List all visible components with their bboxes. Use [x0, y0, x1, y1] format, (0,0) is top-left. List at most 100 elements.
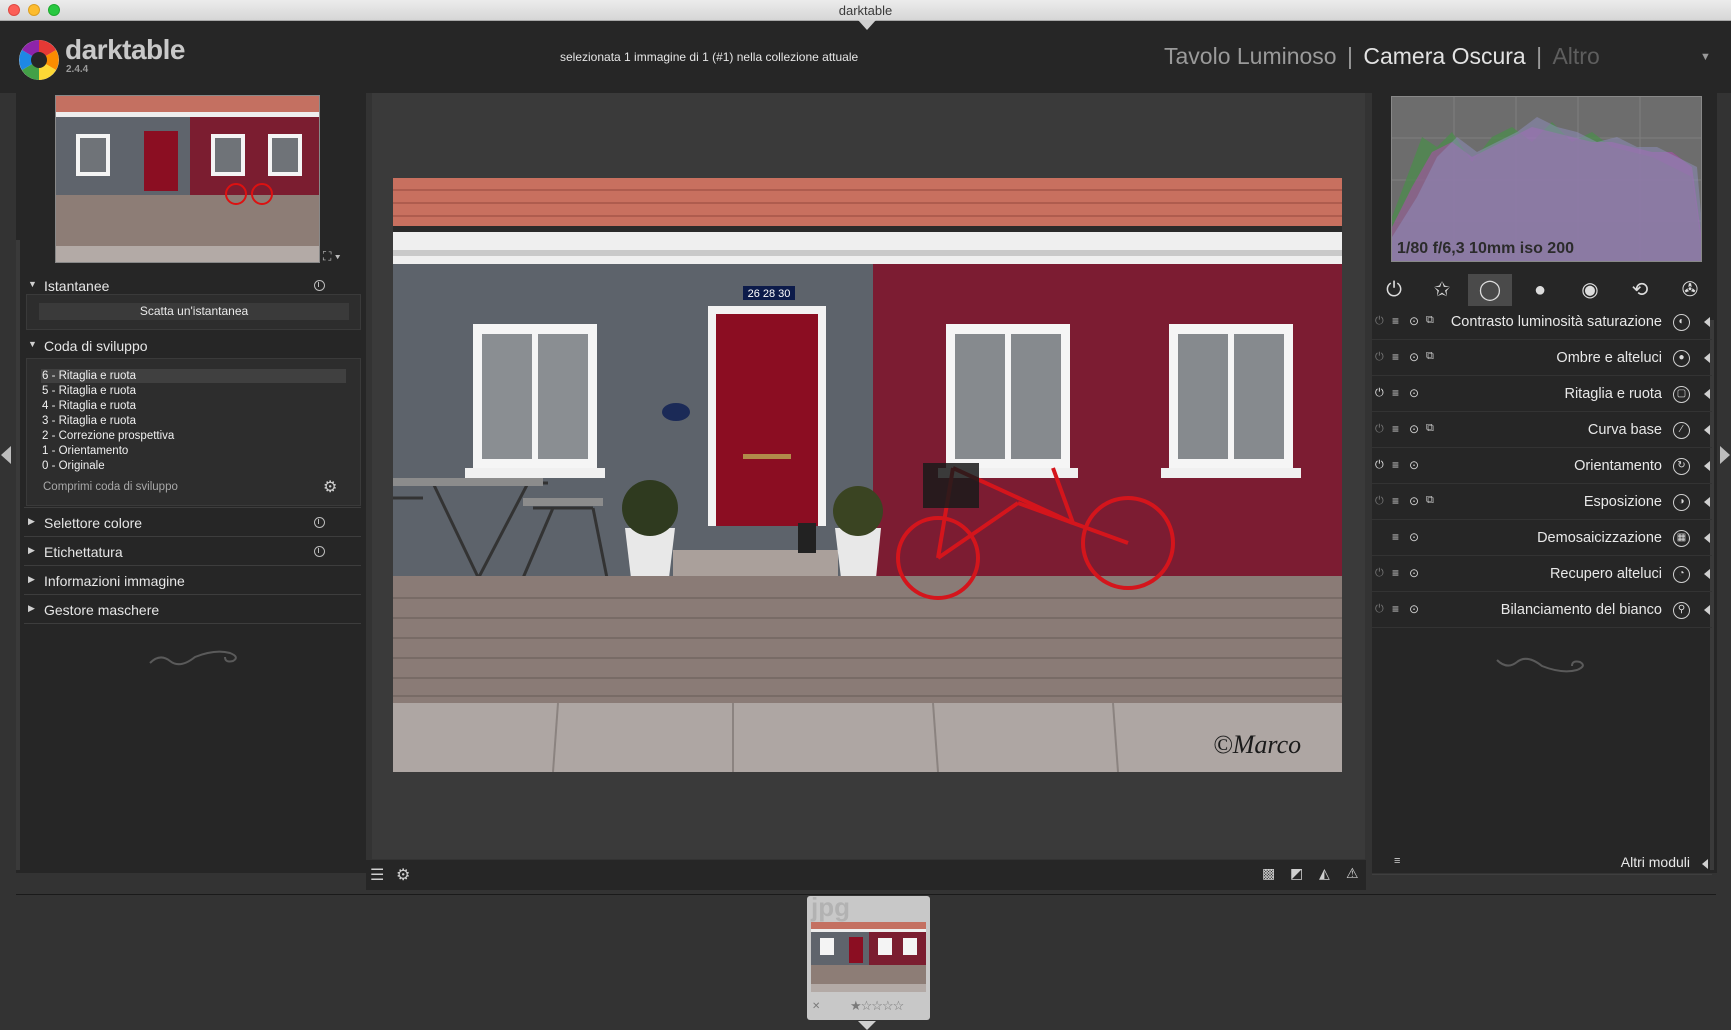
expand-arrow-icon[interactable]: [1704, 497, 1710, 507]
multi-instance-icon[interactable]: ≡: [1392, 602, 1399, 616]
reset-icon[interactable]: [314, 280, 325, 291]
module-white-balance[interactable]: ⏻ ≡ ⊙ Bilanciamento del bianco ⚲: [1372, 594, 1712, 628]
collapse-bottom-panel-arrow-icon[interactable]: [858, 1021, 876, 1030]
module-type-icon: ●: [1673, 350, 1690, 367]
expand-arrow-icon[interactable]: [1704, 353, 1710, 363]
history-item[interactable]: 3 - Ritaglia e ruota: [41, 414, 346, 428]
module-reset-icon[interactable]: ⊙: [1409, 494, 1419, 508]
collapse-right-panel-arrow-icon[interactable]: [1720, 446, 1730, 464]
module-reset-icon[interactable]: ⊙: [1409, 602, 1419, 616]
module-power-icon[interactable]: ⏻: [1375, 423, 1384, 436]
module-demosaic[interactable]: ≡ ⊙ Demosaicizzazione ▦: [1372, 522, 1712, 556]
application-window: darktable darktable 2.4.4 selezionata 1 …: [0, 0, 1731, 1030]
section-tagging[interactable]: ▶ Etichettatura: [28, 541, 361, 567]
module-presets-icon[interactable]: ⧉: [1426, 314, 1434, 327]
section-mask-manager[interactable]: ▶ Gestore maschere: [28, 599, 361, 625]
module-power-icon[interactable]: ⏻: [1375, 315, 1384, 328]
module-reset-icon[interactable]: ⊙: [1409, 458, 1419, 472]
multi-instance-icon[interactable]: ≡: [1392, 458, 1399, 472]
section-image-info[interactable]: ▶ Informazioni immagine: [28, 570, 361, 596]
view-lighttable[interactable]: Tavolo Luminoso: [1164, 43, 1337, 69]
sphere-icon[interactable]: ●: [1518, 274, 1562, 306]
filmstrip-thumbnail[interactable]: jpg ✕ ★☆☆☆☆: [807, 892, 930, 1020]
quick-access-menu-icon[interactable]: ☰: [370, 865, 384, 885]
history-item[interactable]: 6 - Ritaglia e ruota: [41, 369, 346, 383]
module-power-icon[interactable]: ⏻: [1375, 387, 1384, 400]
module-highlight-reconstruction[interactable]: ⏻ ≡ ⊙ Recupero alteluci ◔: [1372, 558, 1712, 592]
multi-instance-icon[interactable]: ≡: [1392, 530, 1399, 544]
selection-info: selezionata 1 immagine di 1 (#1) nella c…: [560, 50, 859, 64]
star-rating[interactable]: ★☆☆☆☆: [850, 998, 904, 1014]
multi-instance-icon[interactable]: ≡: [1392, 386, 1399, 400]
module-presets-icon[interactable]: ⧉: [1426, 350, 1434, 363]
circle-icon[interactable]: ◯: [1468, 274, 1512, 306]
view-other[interactable]: Altro: [1552, 43, 1599, 69]
module-reset-icon[interactable]: ⊙: [1409, 422, 1419, 436]
module-power-icon[interactable]: ⏻: [1375, 495, 1384, 508]
collapse-top-panel-arrow-icon[interactable]: [858, 20, 876, 30]
expand-arrow-icon[interactable]: [1702, 859, 1708, 869]
expand-arrow-icon[interactable]: [1704, 569, 1710, 579]
module-reset-icon[interactable]: ⊙: [1409, 314, 1419, 328]
section-color-picker[interactable]: ▶ Selettore colore: [28, 512, 361, 538]
gamut-check-icon[interactable]: ⚠: [1346, 865, 1359, 882]
module-base-curve[interactable]: ⏻ ≡ ⊙ ⧉ Curva base ∕: [1372, 414, 1712, 448]
expand-arrow-icon[interactable]: [1704, 533, 1710, 543]
histogram[interactable]: [1391, 96, 1702, 262]
overexposure-icon[interactable]: ◩: [1290, 865, 1303, 882]
module-reset-icon[interactable]: ⊙: [1409, 566, 1419, 580]
color-ball-icon[interactable]: ◉: [1568, 274, 1612, 306]
module-power-icon[interactable]: ⏻: [1375, 567, 1384, 580]
module-exposure[interactable]: ⏻ ≡ ⊙ ⧉ Esposizione ◑: [1372, 486, 1712, 520]
history-item[interactable]: 1 - Orientamento: [41, 444, 346, 458]
softproof-icon[interactable]: ◭: [1319, 865, 1330, 882]
module-crop-rotate[interactable]: ⏻ ≡ ⊙ Ritaglia e ruota ▢: [1372, 378, 1712, 412]
history-item[interactable]: 2 - Correzione prospettiva: [41, 429, 346, 443]
expand-arrow-icon[interactable]: [1704, 317, 1710, 327]
main-photo[interactable]: 26 28 30 ©Marco: [393, 178, 1342, 772]
refresh-icon[interactable]: ⟲: [1618, 274, 1662, 306]
color-assessment-icon[interactable]: ▩: [1262, 865, 1275, 882]
module-contrast-brightness-saturation[interactable]: ⏻ ≡ ⊙ ⧉ Contrasto luminosità saturazione…: [1372, 306, 1712, 340]
module-reset-icon[interactable]: ⊙: [1409, 350, 1419, 364]
multi-instance-icon[interactable]: ≡: [1392, 314, 1399, 328]
navigation-thumbnail[interactable]: [55, 95, 320, 263]
take-snapshot-button[interactable]: Scatta un'istantanea: [39, 303, 349, 320]
reset-icon[interactable]: [314, 546, 325, 557]
history-item[interactable]: 4 - Ritaglia e ruota: [41, 399, 346, 413]
navigation-zoom-controls[interactable]: ⛶ ▾: [323, 249, 341, 264]
create-style-icon[interactable]: ⚙: [323, 477, 337, 497]
module-power-icon[interactable]: ⏻: [1375, 459, 1384, 472]
reset-icon[interactable]: [314, 517, 325, 528]
expand-arrow-icon[interactable]: [1704, 461, 1710, 471]
module-orientation[interactable]: ⏻ ≡ ⊙ Orientamento ↻: [1372, 450, 1712, 484]
multi-instance-icon[interactable]: ≡: [1392, 422, 1399, 436]
module-presets-icon[interactable]: ⧉: [1426, 494, 1434, 507]
module-reset-icon[interactable]: ⊙: [1409, 386, 1419, 400]
multi-instance-icon[interactable]: ≡: [1392, 350, 1399, 364]
more-modules[interactable]: ≡ Altri moduli: [1372, 853, 1712, 875]
star-icon[interactable]: ✩: [1420, 274, 1464, 306]
film-reel-icon[interactable]: ✇: [1668, 274, 1712, 306]
module-power-icon[interactable]: ⏻: [1375, 603, 1384, 616]
multi-instance-icon[interactable]: ≡: [1392, 494, 1399, 508]
more-modules-menu-icon[interactable]: ≡: [1394, 855, 1400, 867]
collapse-left-panel-arrow-icon[interactable]: [1, 446, 11, 464]
expand-arrow-icon[interactable]: [1704, 605, 1710, 615]
module-power-icon[interactable]: ⏻: [1375, 351, 1384, 364]
left-panel-scrollbar[interactable]: [16, 240, 20, 870]
history-item[interactable]: 5 - Ritaglia e ruota: [41, 384, 346, 398]
expand-arrow-icon[interactable]: [1704, 389, 1710, 399]
styles-icon[interactable]: ⚙: [396, 865, 410, 885]
module-reset-icon[interactable]: ⊙: [1409, 530, 1419, 544]
view-darkroom[interactable]: Camera Oscura: [1363, 43, 1525, 69]
module-shadows-highlights[interactable]: ⏻ ≡ ⊙ ⧉ Ombre e alteluci ●: [1372, 342, 1712, 376]
reject-icon[interactable]: ✕: [812, 1001, 820, 1012]
power-icon[interactable]: ⏻: [1372, 274, 1416, 306]
history-item[interactable]: 0 - Originale: [41, 459, 346, 473]
compress-history-button[interactable]: Comprimi coda di sviluppo: [43, 481, 178, 493]
module-presets-icon[interactable]: ⧉: [1426, 422, 1434, 435]
triangle-down-icon[interactable]: ▼: [1700, 51, 1711, 63]
multi-instance-icon[interactable]: ≡: [1392, 566, 1399, 580]
expand-arrow-icon[interactable]: [1704, 425, 1710, 435]
